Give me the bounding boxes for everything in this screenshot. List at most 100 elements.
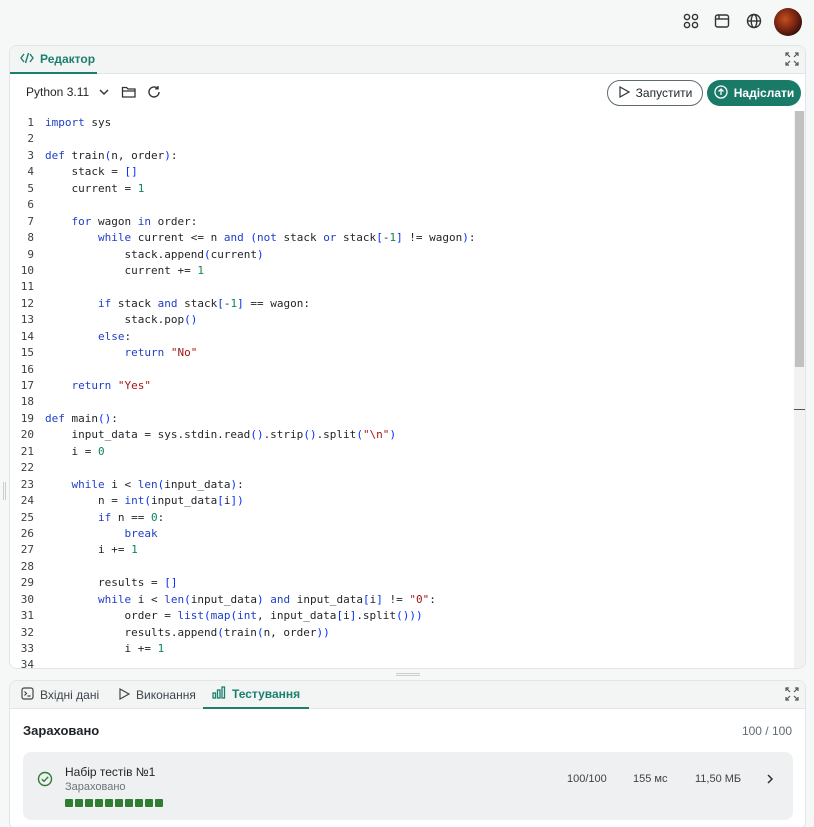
code-line[interactable]: 28 (10, 559, 794, 575)
code-text[interactable]: return "Yes" (34, 378, 152, 394)
apps-grid-icon[interactable] (681, 11, 701, 31)
code-text[interactable]: while i < len(input_data): (34, 477, 244, 493)
code-line[interactable]: 6 (10, 197, 794, 213)
side-resize-handle[interactable] (3, 482, 6, 500)
code-text[interactable]: if n == 0: (34, 510, 164, 526)
code-line[interactable]: 7 for wagon in order: (10, 214, 794, 230)
code-text[interactable]: for wagon in order: (34, 214, 198, 230)
code-text[interactable]: results.append(train(n, order)) (34, 625, 329, 641)
code-line[interactable]: 5 current = 1 (10, 181, 794, 197)
code-text[interactable] (34, 460, 45, 476)
line-number: 30 (20, 592, 34, 606)
tab-testing[interactable]: Тестування (203, 681, 310, 709)
code-line[interactable]: 32 results.append(train(n, order)) (10, 625, 794, 641)
code-line[interactable]: 20 input_data = sys.stdin.read().strip()… (10, 427, 794, 443)
line-number: 2 (27, 132, 34, 146)
line-number: 18 (20, 395, 34, 409)
globe-icon[interactable] (744, 11, 764, 31)
run-button[interactable]: Запустити (607, 80, 703, 106)
code-text[interactable]: while current <= n and (not stack or sta… (34, 230, 476, 246)
code-text[interactable]: i += 1 (34, 542, 138, 558)
browser-window-icon[interactable] (712, 11, 732, 31)
code-line[interactable]: 23 while i < len(input_data): (10, 477, 794, 493)
code-line[interactable]: 25 if n == 0: (10, 510, 794, 526)
code-line[interactable]: 24 n = int(input_data[i]) (10, 493, 794, 509)
code-line[interactable]: 30 while i < len(input_data) and input_d… (10, 592, 794, 608)
code-text[interactable]: while i < len(input_data) and input_data… (34, 592, 436, 608)
test-set-card[interactable]: Набір тестів №1 Зараховано 100/100 155 м… (23, 752, 793, 820)
code-text[interactable] (34, 279, 45, 295)
line-number: 6 (27, 198, 34, 212)
code-line[interactable]: 17 return "Yes" (10, 378, 794, 394)
expand-icon[interactable] (785, 687, 801, 703)
code-text[interactable]: results = [] (34, 575, 178, 591)
panel-resize-handle[interactable] (396, 673, 420, 676)
code-text[interactable]: stack.append(current) (34, 247, 263, 263)
user-avatar[interactable] (774, 8, 802, 36)
code-line[interactable]: 3 def train(n, order): (10, 148, 794, 164)
code-text[interactable] (34, 657, 45, 668)
code-line[interactable]: 34 (10, 657, 794, 668)
code-line[interactable]: 15 return "No" (10, 345, 794, 361)
code-line[interactable]: 22 (10, 460, 794, 476)
line-number: 3 (27, 148, 34, 162)
line-number: 1 (27, 116, 34, 129)
language-select[interactable]: Python 3.11 (26, 85, 109, 99)
code-line[interactable]: 29 results = [] (10, 575, 794, 591)
tab-execution[interactable]: Виконання (118, 681, 196, 709)
tab-execution-label: Виконання (136, 688, 196, 702)
test-pass-indicator (145, 799, 153, 807)
code-line[interactable]: 2 (10, 131, 794, 147)
code-text[interactable]: def main(): (34, 411, 118, 427)
code-text[interactable]: n = int(input_data[i]) (34, 493, 244, 509)
code-text[interactable]: if stack and stack[-1] == wagon: (34, 296, 310, 312)
code-line[interactable]: 33 i += 1 (10, 641, 794, 657)
code-line[interactable]: 16 (10, 362, 794, 378)
code-line[interactable]: 13 stack.pop() (10, 312, 794, 328)
code-line[interactable]: 10 current += 1 (10, 263, 794, 279)
play-icon (118, 687, 131, 703)
code-text[interactable] (34, 559, 45, 575)
code-text[interactable]: current += 1 (34, 263, 203, 279)
chevron-right-icon[interactable] (765, 772, 777, 786)
submit-button[interactable]: Надіслати (707, 80, 801, 106)
code-text[interactable]: def train(n, order): (34, 148, 177, 164)
tab-editor[interactable]: Редактор (10, 46, 97, 74)
code-text[interactable]: current = 1 (34, 181, 144, 197)
scrollbar-thumb[interactable] (795, 111, 804, 367)
code-line[interactable]: 4 stack = [] (10, 164, 794, 180)
code-line[interactable]: 9 stack.append(current) (10, 247, 794, 263)
code-text[interactable]: stack.pop() (34, 312, 197, 328)
code-line[interactable]: 19 def main(): (10, 411, 794, 427)
code-line[interactable]: 18 (10, 394, 794, 410)
code-line[interactable]: 11 (10, 279, 794, 295)
code-line[interactable]: 27 i += 1 (10, 542, 794, 558)
folder-icon[interactable] (121, 85, 137, 101)
code-line[interactable]: 26 break (10, 526, 794, 542)
code-text[interactable]: import sys (34, 115, 111, 131)
expand-icon[interactable] (785, 52, 801, 68)
refresh-icon[interactable] (147, 85, 163, 101)
code-text[interactable]: stack = [] (34, 164, 137, 180)
code-text[interactable]: return "No" (34, 345, 197, 361)
code-text[interactable] (34, 131, 45, 147)
code-line[interactable]: 8 while current <= n and (not stack or s… (10, 230, 794, 246)
code-text[interactable] (34, 197, 45, 213)
tab-input[interactable]: Вхідні дані (21, 681, 99, 709)
code-text[interactable]: else: (34, 329, 131, 345)
code-text[interactable]: input_data = sys.stdin.read().strip().sp… (34, 427, 396, 443)
code-line[interactable]: 31 order = list(map(int, input_data[i].s… (10, 608, 794, 624)
tab-testing-label: Тестування (232, 687, 301, 701)
code-line[interactable]: 14 else: (10, 329, 794, 345)
code-line[interactable]: 12 if stack and stack[-1] == wagon: (10, 296, 794, 312)
code-text[interactable]: order = list(map(int, input_data[i].spli… (34, 608, 422, 624)
code-editor[interactable]: 1 import sys 2 3 def train(n, order): 4 stack… (10, 115, 794, 668)
code-text[interactable]: break (34, 526, 157, 542)
code-line[interactable]: 21 i = 0 (10, 444, 794, 460)
code-line[interactable]: 1 import sys (10, 115, 794, 131)
code-text[interactable] (34, 394, 45, 410)
vertical-scrollbar[interactable] (794, 111, 805, 668)
code-text[interactable]: i += 1 (34, 641, 164, 657)
code-text[interactable]: i = 0 (34, 444, 104, 460)
code-text[interactable] (34, 362, 45, 378)
